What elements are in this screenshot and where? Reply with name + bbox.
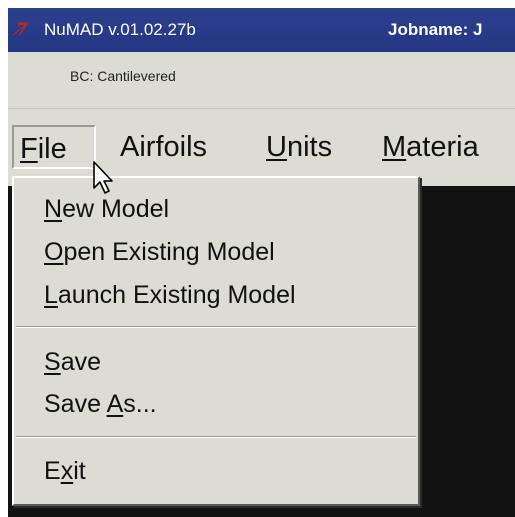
menu-airfoils-label: Airfoils: [120, 131, 208, 163]
menu-item-open-existing-model[interactable]: Open Existing Model: [44, 235, 275, 269]
menu-item-save-mnemonic: S: [44, 348, 61, 376]
menu-units[interactable]: Units: [266, 125, 332, 169]
menu-item-launch-mnemonic: L: [44, 281, 58, 309]
app-title: NuMAD v.01.02.27b: [44, 20, 196, 39]
file-dropdown-menu: New Model Open Existing Model Launch Exi…: [12, 176, 420, 506]
menu-file-label: ile: [37, 133, 67, 165]
menu-item-save-as-mnemonic: A: [106, 390, 124, 418]
menu-airfoils[interactable]: Airfoils: [120, 125, 207, 169]
numad-logo-icon: 7̸: [16, 20, 28, 40]
menu-item-open-mnemonic: O: [44, 238, 64, 266]
menu-item-new-model-label: ew Model: [62, 195, 170, 223]
menu-item-save-as-label: s...: [123, 390, 157, 418]
menu-separator: [16, 326, 416, 328]
menu-file[interactable]: File: [12, 125, 96, 169]
menu-item-exit-prefix: E: [44, 457, 61, 485]
menu-units-mnemonic: U: [266, 131, 287, 163]
menu-file-mnemonic: F: [20, 133, 38, 165]
menu-materials-label: ateria: [406, 131, 479, 163]
menu-materials-mnemonic: M: [382, 131, 407, 163]
boundary-condition-label: BC: Cantilevered: [70, 68, 176, 84]
jobname-label: Jobname: J: [388, 20, 483, 39]
status-bar: BC: Cantilevered: [8, 52, 515, 108]
menu-item-save-as-prefix: Save: [44, 390, 107, 418]
mouse-pointer-icon: [93, 161, 113, 194]
title-bar[interactable]: 7̸ NuMAD v.01.02.27b Jobname: J: [8, 8, 515, 52]
menu-materials[interactable]: Materia: [382, 125, 479, 169]
menu-units-label: nits: [286, 131, 333, 163]
menu-item-exit[interactable]: Exit: [44, 454, 86, 488]
menu-item-new-model-mnemonic: N: [44, 195, 63, 223]
menu-item-exit-label: it: [73, 457, 86, 485]
menu-item-save-label: ave: [60, 348, 101, 376]
menu-item-save[interactable]: Save: [44, 345, 101, 379]
menu-item-save-as[interactable]: Save As...: [44, 387, 157, 421]
menu-item-new-model[interactable]: New Model: [44, 192, 169, 226]
menu-item-open-label: pen Existing Model: [63, 238, 275, 266]
app-window: 7̸ NuMAD v.01.02.27b Jobname: J BC: Cant…: [8, 8, 515, 517]
menu-item-launch-existing-model[interactable]: Launch Existing Model: [44, 278, 296, 312]
menu-separator: [16, 436, 416, 438]
menu-item-launch-label: aunch Existing Model: [57, 281, 296, 309]
menu-item-exit-mnemonic: x: [60, 457, 74, 485]
